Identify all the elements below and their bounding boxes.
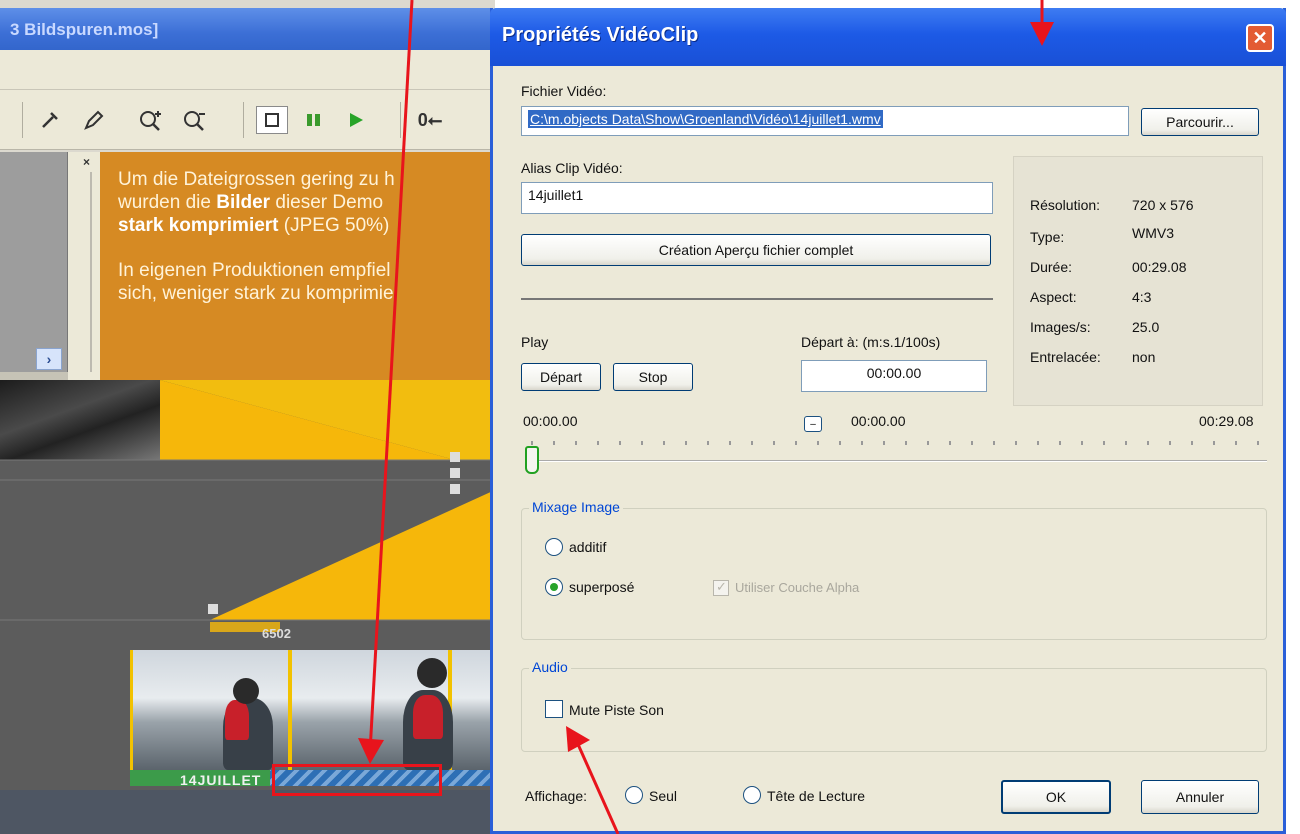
- superpose-label[interactable]: superposé: [569, 579, 634, 595]
- aspect-value: 4:3: [1132, 289, 1152, 305]
- marker-icon[interactable]: –: [804, 416, 822, 432]
- select-mode-icon[interactable]: [256, 106, 288, 134]
- toolbar-separator: [400, 102, 401, 138]
- play-icon[interactable]: [344, 106, 368, 134]
- alpha-checkbox[interactable]: [713, 579, 729, 596]
- clip-label: 14JUILLET: [180, 772, 262, 788]
- scroll-right-icon[interactable]: ›: [36, 348, 62, 370]
- seul-radio[interactable]: [625, 786, 643, 804]
- entrelacee-value: non: [1132, 349, 1156, 365]
- fichier-video-label: Fichier Vidéo:: [521, 83, 607, 99]
- app-titlebar: 3 Bildspuren.mos]: [0, 8, 495, 50]
- alias-field[interactable]: 14juillet1: [521, 182, 993, 214]
- mute-label[interactable]: Mute Piste Son: [569, 702, 664, 718]
- type-value: WMV3: [1132, 225, 1174, 241]
- images-value: 25.0: [1132, 319, 1160, 335]
- duree-value: 00:29.08: [1132, 259, 1187, 275]
- dialog-title: Propriétés VidéoClip: [502, 24, 699, 46]
- video-clip-properties-dialog: Propriétés VidéoClip ✕ Fichier Vidéo: C:…: [490, 8, 1286, 834]
- play-label: Play: [521, 334, 549, 350]
- seul-label[interactable]: Seul: [649, 788, 677, 804]
- app-title: 3 Bildspuren.mos]: [10, 20, 159, 39]
- images-label: Images/s:: [1030, 319, 1091, 335]
- ok-button[interactable]: OK: [1001, 780, 1111, 814]
- counter-reset-icon[interactable]: 0⭠: [410, 106, 450, 134]
- blend-curves: [0, 380, 495, 632]
- type-label: Type:: [1030, 229, 1065, 245]
- close-icon[interactable]: ✕: [1246, 24, 1274, 52]
- note-line: Um die Dateigrossen gering zu h: [118, 169, 395, 190]
- duree-label: Durée:: [1030, 259, 1073, 275]
- pipette-icon[interactable]: [36, 106, 64, 134]
- toolbar-separator: [22, 102, 23, 138]
- zoom-out-icon[interactable]: [180, 106, 210, 134]
- note-bold: Bilder: [216, 192, 271, 213]
- additif-label[interactable]: additif: [569, 539, 606, 555]
- start-button[interactable]: Départ: [521, 363, 601, 391]
- video-clip[interactable]: [130, 650, 495, 770]
- note-line: In eigenen Produktionen empfiel: [118, 260, 391, 281]
- note-bold: stark komprimiert: [118, 215, 279, 236]
- aspect-label: Aspect:: [1030, 289, 1077, 305]
- superpose-radio[interactable]: [545, 578, 563, 596]
- mixage-legend: Mixage Image: [529, 499, 623, 515]
- slider-end-label: 00:29.08: [1199, 413, 1254, 429]
- background-application: 3 Bildspuren.mos] 0⭠ › × Um die Dateigro…: [0, 0, 495, 834]
- depart-a-label: Départ à: (m:s.1/100s): [801, 334, 941, 350]
- slider-thumb[interactable]: [525, 446, 539, 474]
- splitter[interactable]: [90, 172, 92, 372]
- start-time-field[interactable]: 00:00.00: [801, 360, 987, 392]
- separator: [521, 298, 993, 300]
- alpha-label: Utiliser Couche Alpha: [735, 580, 860, 595]
- slider-current-label: 00:00.00: [851, 413, 906, 429]
- position-slider[interactable]: [527, 460, 1267, 462]
- slider-ticks: [531, 441, 1261, 445]
- entrelacee-label: Entrelacée:: [1030, 349, 1101, 365]
- alias-label: Alias Clip Vidéo:: [521, 160, 623, 176]
- lane-label: 6502: [262, 626, 291, 641]
- video-file-field[interactable]: C:\m.objects Data\Show\Groenland\Vidéo\1…: [521, 106, 1129, 136]
- note-line: sich, weniger stark zu komprimie: [118, 283, 394, 304]
- tete-label[interactable]: Tête de Lecture: [767, 788, 865, 804]
- video-file-path: C:\m.objects Data\Show\Groenland\Vidéo\1…: [528, 110, 883, 128]
- affichage-label: Affichage:: [525, 788, 588, 804]
- mixage-group: [521, 508, 1267, 640]
- additif-radio[interactable]: [545, 538, 563, 556]
- note-strip: [68, 152, 100, 380]
- audio-legend: Audio: [529, 659, 571, 675]
- toolbar-separator: [243, 102, 244, 138]
- browse-button[interactable]: Parcourir...: [1141, 108, 1259, 136]
- video-info-panel: Résolution: 720 x 576 Type: WMV3 Durée: …: [1013, 156, 1263, 406]
- note-line: (JPEG 50%): [278, 215, 390, 236]
- thumbnail-panel: [0, 152, 68, 374]
- app-menubar: [0, 50, 495, 90]
- dialog-titlebar[interactable]: Propriétés VidéoClip ✕: [490, 8, 1286, 66]
- note-line: wurden die: [118, 192, 217, 213]
- zoom-in-icon[interactable]: [136, 106, 166, 134]
- resolution-value: 720 x 576: [1132, 197, 1194, 213]
- timeline-scrollbar[interactable]: [0, 790, 495, 834]
- close-icon[interactable]: ×: [83, 155, 90, 169]
- preview-button[interactable]: Création Aperçu fichier complet: [521, 234, 991, 266]
- pen-icon[interactable]: [80, 106, 108, 134]
- cancel-button[interactable]: Annuler: [1141, 780, 1259, 814]
- tete-radio[interactable]: [743, 786, 761, 804]
- info-note-panel: Um die Dateigrossen gering zu h wurden d…: [100, 152, 495, 380]
- app-toolbar: 0⭠: [0, 90, 495, 150]
- resolution-label: Résolution:: [1030, 197, 1101, 213]
- pause-icon[interactable]: [302, 106, 326, 134]
- note-line: dieser Demo: [270, 192, 384, 213]
- slider-start-label: 00:00.00: [523, 413, 578, 429]
- mute-checkbox[interactable]: [545, 700, 563, 718]
- stop-button[interactable]: Stop: [613, 363, 693, 391]
- annotation-highlight-box: [272, 764, 442, 796]
